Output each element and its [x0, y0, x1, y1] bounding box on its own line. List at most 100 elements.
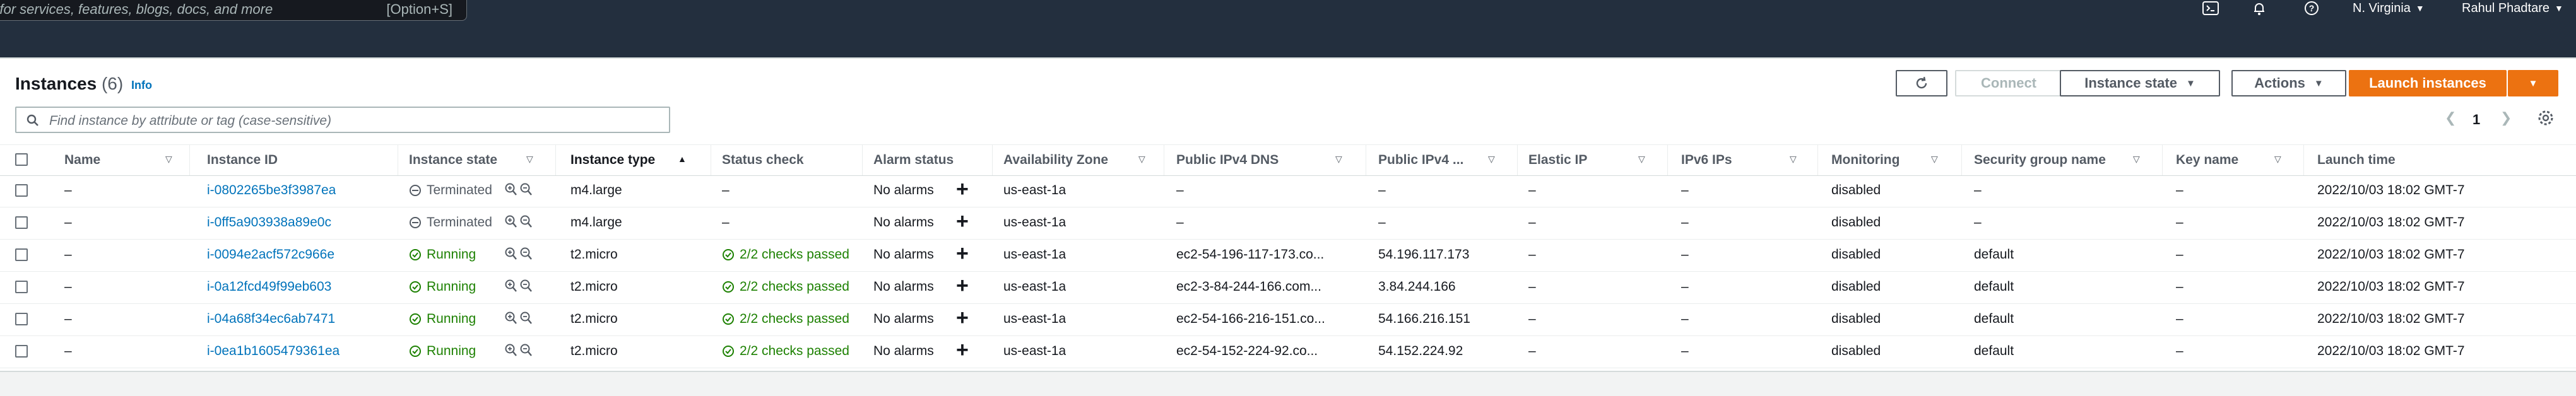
sort-icon[interactable]: ▽ — [1931, 154, 1938, 165]
account-menu[interactable]: Rahul Phadtare ▼ — [2462, 0, 2563, 16]
sort-icon[interactable]: ▽ — [526, 154, 533, 165]
column-header-status-check[interactable]: Status check — [722, 153, 804, 168]
cell-instance-id[interactable]: i-0ea1b1605479361ea — [207, 344, 340, 359]
previous-page-icon[interactable]: ❮ — [2445, 110, 2456, 126]
zoom-in-icon[interactable] — [505, 183, 517, 197]
column-divider — [1817, 145, 1818, 175]
sort-icon[interactable]: ▽ — [1638, 154, 1645, 165]
connect-button[interactable]: Connect — [1955, 70, 2062, 96]
search-shortcut-hint: [Option+S] — [386, 1, 452, 17]
launch-instances-label: Launch instances — [2369, 75, 2486, 91]
zoom-icons — [505, 215, 533, 229]
sort-icon[interactable]: ▽ — [165, 154, 172, 165]
add-alarm-icon[interactable]: + — [956, 211, 969, 232]
cell-instance-type: t2.micro — [570, 344, 618, 358]
cell-name: – — [64, 279, 72, 294]
row-checkbox[interactable] — [15, 281, 28, 293]
table-row[interactable]: – i-04a68f34ec6ab7471 Running t2.micro 2… — [0, 303, 2576, 336]
zoom-out-icon[interactable] — [520, 279, 533, 293]
column-header-instance-id[interactable]: Instance ID — [207, 153, 278, 168]
sort-icon[interactable]: ▽ — [1335, 154, 1342, 165]
help-icon[interactable]: ? — [2302, 0, 2321, 16]
cell-security-group: – — [1974, 215, 1982, 230]
column-header-public-ipv4-dns[interactable]: Public IPv4 DNS — [1176, 153, 1279, 168]
column-header-elastic-ip[interactable]: Elastic IP — [1528, 153, 1587, 168]
column-header-launch-time[interactable]: Launch time — [2317, 153, 2396, 168]
column-header-availability-zone[interactable]: Availability Zone — [1003, 153, 1108, 168]
cell-elastic-ip: – — [1528, 183, 1536, 197]
table-row[interactable]: – i-0ea1b1605479361ea Running t2.micro 2… — [0, 335, 2576, 368]
table-row[interactable]: – i-0ff5a903938a89e0c Terminated m4.larg… — [0, 207, 2576, 240]
zoom-out-icon[interactable] — [520, 344, 533, 358]
zoom-in-icon[interactable] — [505, 312, 517, 325]
zoom-out-icon[interactable] — [520, 215, 533, 229]
region-selector[interactable]: N. Virginia ▼ — [2353, 0, 2425, 16]
cell-availability-zone: us-east-1a — [1003, 312, 1066, 326]
status-check-label: 2/2 checks passed — [740, 344, 849, 358]
running-check-icon — [410, 313, 421, 325]
zoom-in-icon[interactable] — [505, 344, 517, 358]
zoom-out-icon[interactable] — [520, 183, 533, 197]
row-checkbox[interactable] — [15, 184, 28, 197]
sort-icon[interactable]: ▽ — [1138, 154, 1145, 165]
column-header-key-name[interactable]: Key name — [2176, 153, 2238, 168]
sort-icon[interactable]: ▽ — [2133, 154, 2140, 165]
add-alarm-icon[interactable]: + — [956, 243, 969, 264]
next-page-icon[interactable]: ❯ — [2500, 110, 2512, 126]
table-row[interactable]: – i-0a12fcd49f99eb603 Running t2.micro 2… — [0, 271, 2576, 304]
cell-status-check: – — [722, 183, 730, 197]
cloudshell-icon[interactable] — [2201, 0, 2220, 16]
select-all-checkbox[interactable] — [15, 153, 28, 166]
column-header-instance-type[interactable]: Instance type — [570, 153, 655, 168]
zoom-out-icon[interactable] — [520, 247, 533, 261]
cell-instance-id[interactable]: i-04a68f34ec6ab7471 — [207, 312, 335, 327]
bell-icon[interactable] — [2250, 0, 2269, 16]
row-checkbox[interactable] — [15, 216, 28, 229]
instances-panel: Instances (6) Info Connect Instance stat… — [0, 57, 2576, 372]
cell-instance-id[interactable]: i-0094e2acf572c966e — [207, 247, 334, 262]
add-alarm-icon[interactable]: + — [956, 178, 969, 200]
launch-instances-button[interactable]: Launch instances — [2349, 70, 2507, 96]
row-checkbox[interactable] — [15, 345, 28, 358]
sort-icon[interactable]: ▽ — [2274, 154, 2281, 165]
actions-dropdown[interactable]: Actions ▼ — [2231, 70, 2346, 96]
cell-instance-id[interactable]: i-0a12fcd49f99eb603 — [207, 279, 331, 294]
add-alarm-icon[interactable]: + — [956, 307, 969, 329]
zoom-in-icon[interactable] — [505, 279, 517, 293]
service-search-input[interactable]: h for services, features, blogs, docs, a… — [0, 0, 467, 21]
running-check-icon — [410, 346, 421, 358]
zoom-in-icon[interactable] — [505, 215, 517, 229]
column-header-security-group[interactable]: Security group name — [1974, 153, 2106, 168]
column-header-monitoring[interactable]: Monitoring — [1831, 153, 1900, 168]
cell-key-name: – — [2176, 279, 2183, 294]
sort-icon[interactable]: ▽ — [1488, 154, 1495, 165]
column-header-alarm-status[interactable]: Alarm status — [873, 153, 954, 168]
cell-instance-id[interactable]: i-0802265be3f3987ea — [207, 183, 336, 198]
zoom-in-icon[interactable] — [505, 247, 517, 261]
column-header-instance-state[interactable]: Instance state — [409, 153, 497, 168]
column-header-name[interactable]: Name — [64, 153, 100, 168]
column-header-public-ipv4[interactable]: Public IPv4 ... — [1378, 153, 1463, 168]
instance-state-dropdown[interactable]: Instance state ▼ — [2060, 70, 2220, 96]
sort-ascending-icon[interactable]: ▲ — [678, 154, 687, 164]
row-checkbox[interactable] — [15, 248, 28, 261]
add-alarm-icon[interactable]: + — [956, 339, 969, 361]
sort-icon[interactable]: ▽ — [1790, 154, 1797, 165]
table-row[interactable]: – i-0094e2acf572c966e Running t2.micro 2… — [0, 239, 2576, 272]
page-number[interactable]: 1 — [2473, 112, 2480, 128]
add-alarm-icon[interactable]: + — [956, 275, 969, 296]
column-header-ipv6-ips[interactable]: IPv6 IPs — [1681, 153, 1732, 168]
split-panel-divider[interactable] — [0, 371, 2576, 396]
zoom-out-icon[interactable] — [520, 312, 533, 325]
cell-instance-id[interactable]: i-0ff5a903938a89e0c — [207, 215, 331, 230]
launch-options-dropdown[interactable]: ▼ — [2508, 70, 2558, 96]
row-checkbox[interactable] — [15, 313, 28, 325]
instance-filter-input[interactable]: Find instance by attribute or tag (case-… — [15, 107, 670, 133]
table-row[interactable]: – i-0802265be3f3987ea Terminated m4.larg… — [0, 175, 2576, 207]
cell-alarm-status: No alarms — [873, 215, 934, 230]
info-link[interactable]: Info — [131, 79, 152, 92]
cell-security-group: default — [1974, 247, 2014, 262]
cell-alarm-status: No alarms — [873, 183, 934, 197]
refresh-button[interactable] — [1896, 70, 1947, 96]
settings-gear-icon[interactable] — [2537, 109, 2555, 127]
